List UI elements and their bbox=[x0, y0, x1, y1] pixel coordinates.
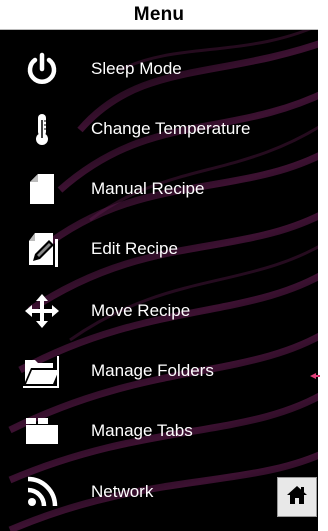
menu-item-manage-tabs[interactable]: Manage Tabs bbox=[0, 403, 318, 459]
menu-item-network[interactable]: Network bbox=[0, 464, 318, 520]
move-arrows-icon bbox=[22, 291, 62, 331]
document-icon bbox=[22, 169, 62, 209]
home-icon bbox=[286, 485, 308, 510]
menu-item-label: Manage Tabs bbox=[91, 421, 193, 440]
menu-item-label: Change Temperature bbox=[91, 119, 251, 138]
menu-item-label: Manage Folders bbox=[91, 361, 214, 380]
menu-item-move-recipe[interactable]: Move Recipe bbox=[0, 283, 318, 339]
home-button[interactable] bbox=[277, 477, 317, 517]
menu-item-label: Manual Recipe bbox=[91, 179, 205, 198]
thermometer-icon bbox=[22, 109, 62, 149]
menu-item-label: Move Recipe bbox=[91, 301, 191, 320]
menu-item-manage-folders[interactable]: Manage Folders bbox=[0, 343, 318, 399]
tabs-folder-icon bbox=[22, 411, 62, 451]
menu-item-label: Network bbox=[91, 482, 154, 501]
wifi-signal-icon bbox=[22, 472, 62, 512]
edit-document-icon bbox=[22, 229, 62, 269]
menu-item-edit-recipe[interactable]: Edit Recipe bbox=[0, 221, 318, 277]
menu-item-change-temperature[interactable]: Change Temperature bbox=[0, 101, 318, 157]
menu-item-label: Edit Recipe bbox=[91, 239, 178, 258]
menu-item-label: Sleep Mode bbox=[91, 59, 182, 78]
right-edge-strip bbox=[318, 0, 328, 531]
menu-header: Menu bbox=[0, 0, 318, 30]
menu-title: Menu bbox=[133, 3, 185, 25]
open-folder-icon bbox=[22, 351, 62, 391]
menu-panel: Menu Sleep Mode Change Temperature Manua… bbox=[0, 0, 328, 531]
pink-arrow-icon bbox=[310, 366, 320, 384]
menu-item-manual-recipe[interactable]: Manual Recipe bbox=[0, 161, 318, 217]
menu-item-sleep-mode[interactable]: Sleep Mode bbox=[0, 41, 318, 97]
power-icon bbox=[22, 49, 62, 89]
